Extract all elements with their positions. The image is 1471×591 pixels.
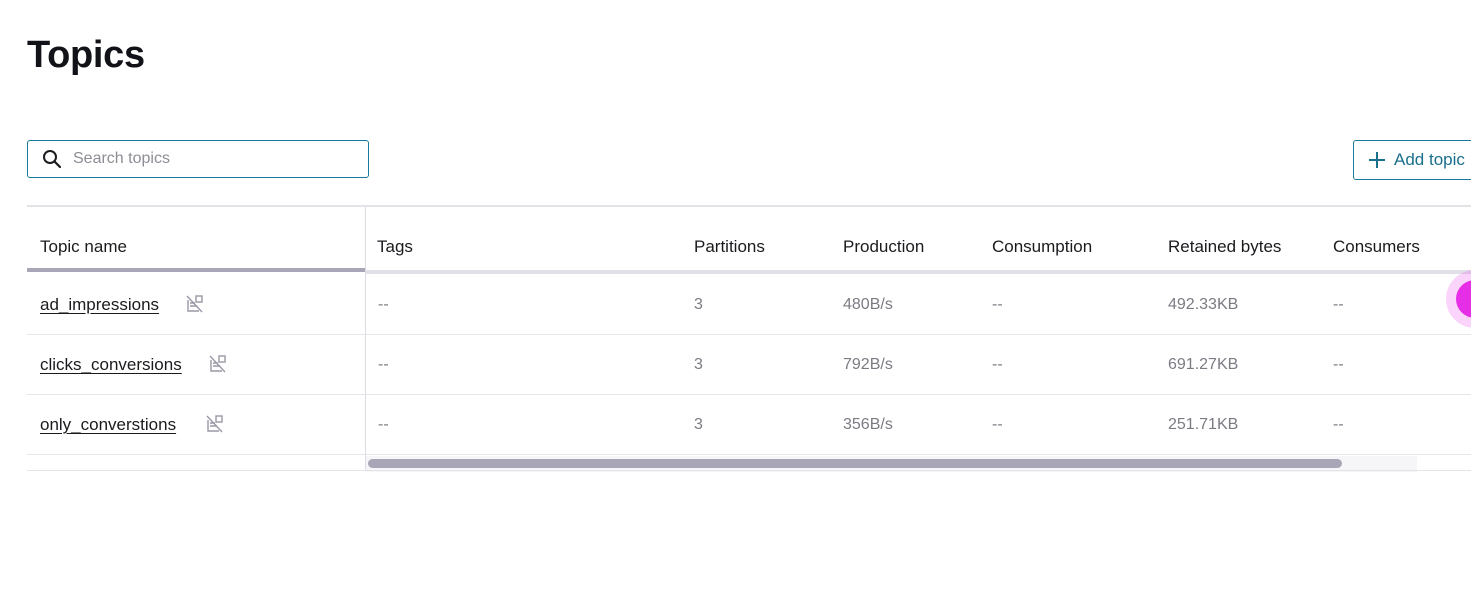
column-header-partitions[interactable]: Partitions bbox=[694, 237, 765, 257]
table-row: clicks_conversions -- 3 792B/s -- 691.27… bbox=[27, 335, 1471, 395]
retained-bytes-cell: 251.71KB bbox=[1168, 416, 1239, 433]
column-header-production[interactable]: Production bbox=[843, 237, 924, 257]
consumption-cell: -- bbox=[992, 356, 1003, 373]
plus-icon bbox=[1368, 151, 1386, 169]
row-divider bbox=[27, 454, 1471, 455]
add-topic-label: Add topic bbox=[1394, 150, 1465, 169]
tags-cell: -- bbox=[378, 416, 389, 433]
retained-bytes-cell: 492.33KB bbox=[1168, 296, 1239, 313]
column-header-tags[interactable]: Tags bbox=[377, 237, 413, 257]
topics-table: Topic name Tags Partitions Production Co… bbox=[27, 205, 1471, 472]
consumers-cell: -- bbox=[1333, 416, 1344, 433]
tags-cell: -- bbox=[378, 296, 389, 313]
scrollbar-thumb[interactable] bbox=[368, 459, 1342, 468]
consumers-cell: -- bbox=[1333, 296, 1344, 313]
retained-bytes-cell: 691.27KB bbox=[1168, 356, 1239, 373]
header-underline bbox=[366, 270, 1471, 274]
no-schema-icon bbox=[205, 414, 225, 434]
consumption-cell: -- bbox=[992, 416, 1003, 433]
production-cell: 792B/s bbox=[843, 356, 893, 373]
production-cell: 480B/s bbox=[843, 296, 893, 313]
topic-link[interactable]: only_converstions bbox=[40, 415, 176, 435]
tags-cell: -- bbox=[378, 356, 389, 373]
consumption-cell: -- bbox=[992, 296, 1003, 313]
header-underline-frozen bbox=[27, 268, 365, 272]
search-icon bbox=[41, 148, 63, 170]
table-bottom-rule bbox=[27, 470, 1471, 471]
search-box[interactable] bbox=[27, 140, 369, 178]
no-schema-icon bbox=[185, 294, 205, 314]
table-row: ad_impressions -- 3 480B/s -- 492.33KB -… bbox=[27, 275, 1471, 335]
partitions-cell: 3 bbox=[694, 356, 703, 373]
page-title: Topics bbox=[27, 34, 145, 76]
no-schema-icon bbox=[208, 354, 228, 374]
partitions-cell: 3 bbox=[694, 296, 703, 313]
table-row: only_converstions -- 3 356B/s -- 251.71K… bbox=[27, 395, 1471, 455]
add-topic-button[interactable]: Add topic bbox=[1353, 140, 1471, 180]
partitions-cell: 3 bbox=[694, 416, 703, 433]
production-cell: 356B/s bbox=[843, 416, 893, 433]
topic-link[interactable]: ad_impressions bbox=[40, 295, 159, 315]
help-icon bbox=[1456, 280, 1471, 318]
column-header-consumers[interactable]: Consumers bbox=[1333, 237, 1420, 257]
column-header-retained-bytes[interactable]: Retained bytes bbox=[1168, 237, 1281, 257]
topic-link[interactable]: clicks_conversions bbox=[40, 355, 182, 375]
consumers-cell: -- bbox=[1333, 356, 1344, 373]
column-header-consumption[interactable]: Consumption bbox=[992, 237, 1092, 257]
search-input[interactable] bbox=[71, 149, 355, 169]
column-header-topic-name[interactable]: Topic name bbox=[40, 237, 127, 257]
